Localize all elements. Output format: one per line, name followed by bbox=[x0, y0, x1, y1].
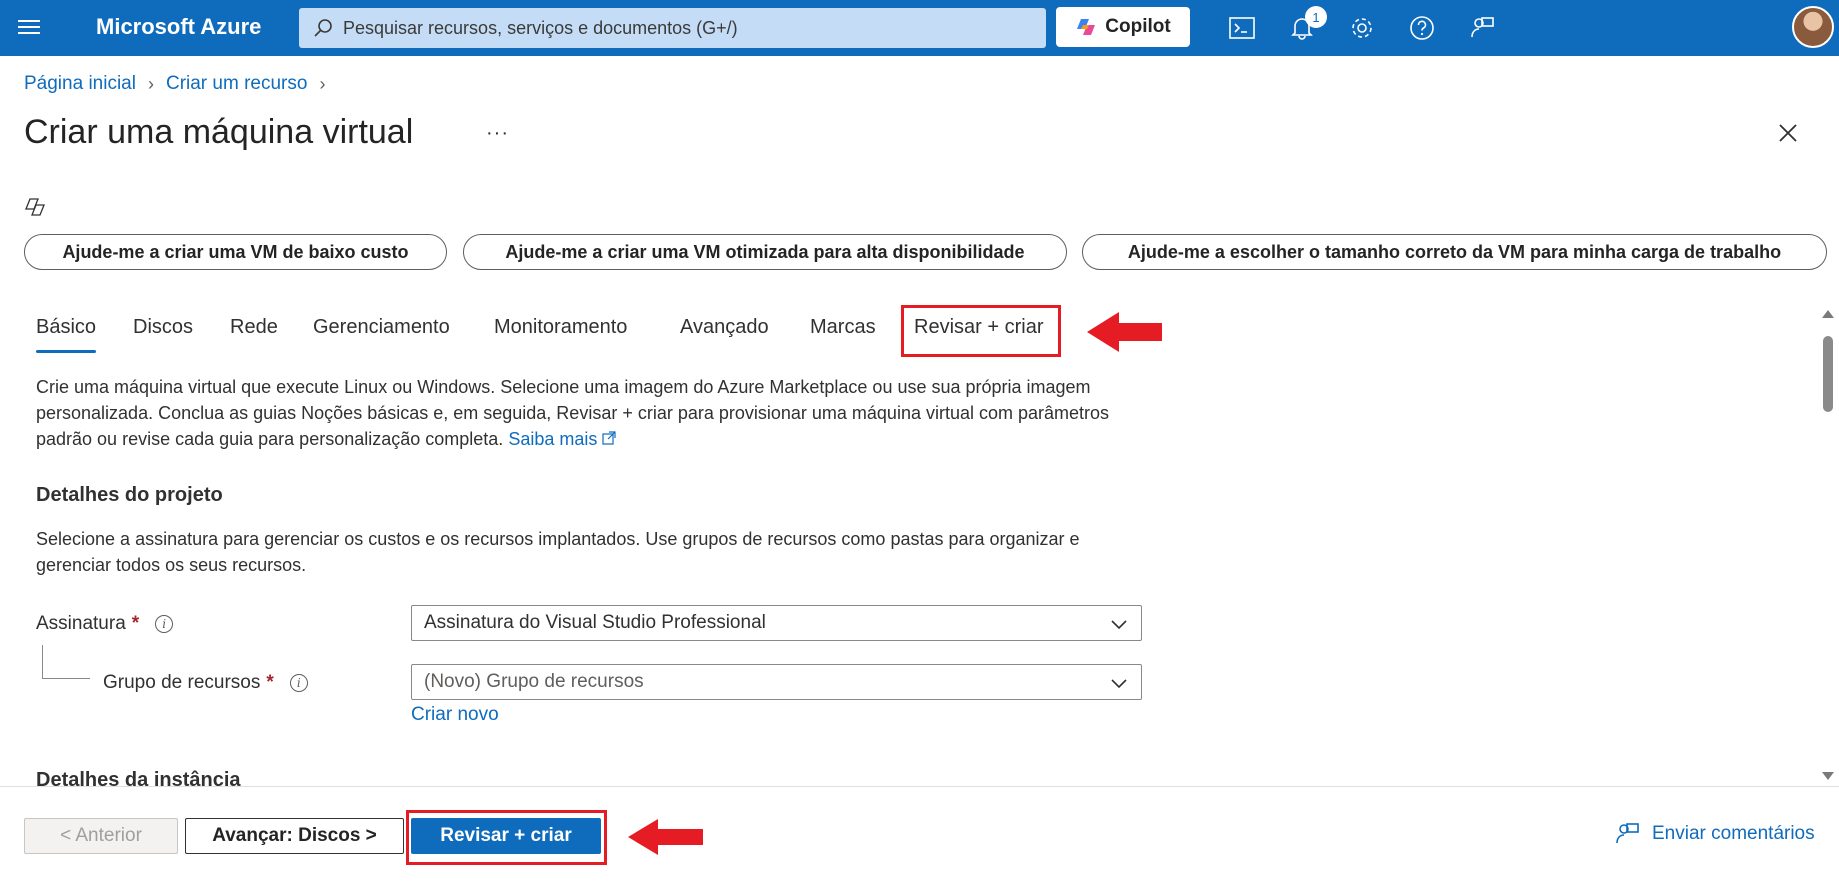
scrollbar[interactable] bbox=[1820, 310, 1836, 780]
info-icon[interactable]: i bbox=[155, 615, 174, 633]
menu-icon[interactable] bbox=[18, 16, 42, 40]
search-icon bbox=[314, 19, 332, 37]
prompt-vm-size[interactable]: Ajude-me a escolher o tamanho correto da… bbox=[1082, 234, 1827, 270]
chevron-down-icon bbox=[1111, 620, 1127, 630]
intro-text: Crie uma máquina virtual que execute Lin… bbox=[36, 374, 1146, 452]
info-icon[interactable]: i bbox=[289, 674, 308, 692]
subscription-label: Assinatura * i bbox=[36, 613, 174, 635]
tree-connector bbox=[42, 645, 90, 679]
scroll-thumb[interactable] bbox=[1823, 336, 1833, 412]
search-input[interactable] bbox=[343, 17, 1023, 39]
copilot-button[interactable]: Copilot bbox=[1056, 7, 1190, 47]
send-feedback-link[interactable]: Enviar comentários bbox=[1614, 821, 1815, 847]
page-title: Criar uma máquina virtual bbox=[24, 113, 414, 151]
red-arrow-icon bbox=[1087, 312, 1162, 352]
prompt-high-availability-vm[interactable]: Ajude-me a criar uma VM otimizada para a… bbox=[463, 234, 1067, 270]
resource-group-label-text: Grupo de recursos bbox=[103, 672, 261, 693]
tab-basico[interactable]: Básico bbox=[36, 316, 96, 339]
tab-marcas[interactable]: Marcas bbox=[810, 316, 876, 339]
copilot-label: Copilot bbox=[1105, 16, 1171, 37]
tab-avancado[interactable]: Avançado bbox=[680, 316, 769, 339]
more-options-button[interactable]: ··· bbox=[486, 122, 509, 145]
subscription-label-text: Assinatura bbox=[36, 613, 126, 634]
resource-group-label: Grupo de recursos * i bbox=[103, 672, 308, 694]
project-details-heading: Detalhes do projeto bbox=[36, 484, 223, 506]
red-arrow-icon bbox=[628, 819, 703, 855]
tab-discos[interactable]: Discos bbox=[133, 316, 193, 339]
feedback-icon bbox=[1616, 823, 1639, 844]
next-disks-button[interactable]: Avançar: Discos > bbox=[185, 818, 404, 854]
feedback-top-icon[interactable] bbox=[1466, 12, 1498, 44]
external-link-icon bbox=[602, 431, 616, 445]
tab-monitoramento[interactable]: Monitoramento bbox=[494, 316, 627, 339]
create-new-link[interactable]: Criar novo bbox=[411, 704, 499, 726]
chevron-right-icon: › bbox=[319, 73, 326, 94]
prompt-low-cost-vm[interactable]: Ajude-me a criar uma VM de baixo custo bbox=[24, 234, 447, 270]
global-search[interactable] bbox=[299, 8, 1046, 48]
copilot-icon bbox=[1077, 19, 1096, 35]
chevron-right-icon: › bbox=[147, 73, 154, 94]
subscription-select[interactable]: Assinatura do Visual Studio Professional bbox=[411, 605, 1142, 641]
project-details-description: Selecione a assinatura para gerenciar os… bbox=[36, 529, 1080, 575]
cloud-shell-icon[interactable] bbox=[1226, 12, 1258, 44]
notifications-icon[interactable]: 1 bbox=[1286, 6, 1327, 44]
settings-icon[interactable] bbox=[1346, 12, 1378, 44]
breadcrumb: Página inicial › Criar um recurso › bbox=[24, 73, 337, 95]
resource-group-value: (Novo) Grupo de recursos bbox=[424, 671, 644, 692]
close-icon[interactable] bbox=[1777, 122, 1799, 144]
required-marker: * bbox=[266, 672, 274, 693]
scroll-down-icon[interactable] bbox=[1822, 772, 1834, 780]
top-bar: Microsoft Azure Copilot 1 bbox=[0, 0, 1839, 56]
chevron-down-icon bbox=[1111, 679, 1127, 689]
learn-more-label: Saiba mais bbox=[508, 429, 598, 449]
avatar[interactable] bbox=[1792, 6, 1834, 48]
breadcrumb-create-resource[interactable]: Criar um recurso bbox=[166, 73, 307, 95]
notification-badge: 1 bbox=[1305, 6, 1327, 28]
help-icon[interactable] bbox=[1406, 12, 1438, 44]
required-marker: * bbox=[131, 613, 140, 634]
send-feedback-label: Enviar comentários bbox=[1652, 823, 1815, 844]
subscription-value: Assinatura do Visual Studio Professional bbox=[424, 612, 766, 633]
brand-title[interactable]: Microsoft Azure bbox=[96, 14, 261, 40]
footer-bar: < Anterior Avançar: Discos > Revisar + c… bbox=[0, 786, 1839, 891]
tab-rede[interactable]: Rede bbox=[230, 316, 278, 339]
tab-gerenciamento[interactable]: Gerenciamento bbox=[313, 316, 450, 339]
tab-highlight-box bbox=[901, 305, 1061, 357]
copilot-icon bbox=[25, 198, 45, 216]
resource-group-select[interactable]: (Novo) Grupo de recursos bbox=[411, 664, 1142, 700]
scroll-up-icon[interactable] bbox=[1822, 310, 1834, 318]
active-tab-indicator bbox=[36, 350, 96, 353]
button-highlight-box bbox=[406, 810, 607, 865]
learn-more-link[interactable]: Saiba mais bbox=[508, 429, 616, 449]
previous-button[interactable]: < Anterior bbox=[24, 818, 178, 854]
breadcrumb-home[interactable]: Página inicial bbox=[24, 73, 136, 95]
